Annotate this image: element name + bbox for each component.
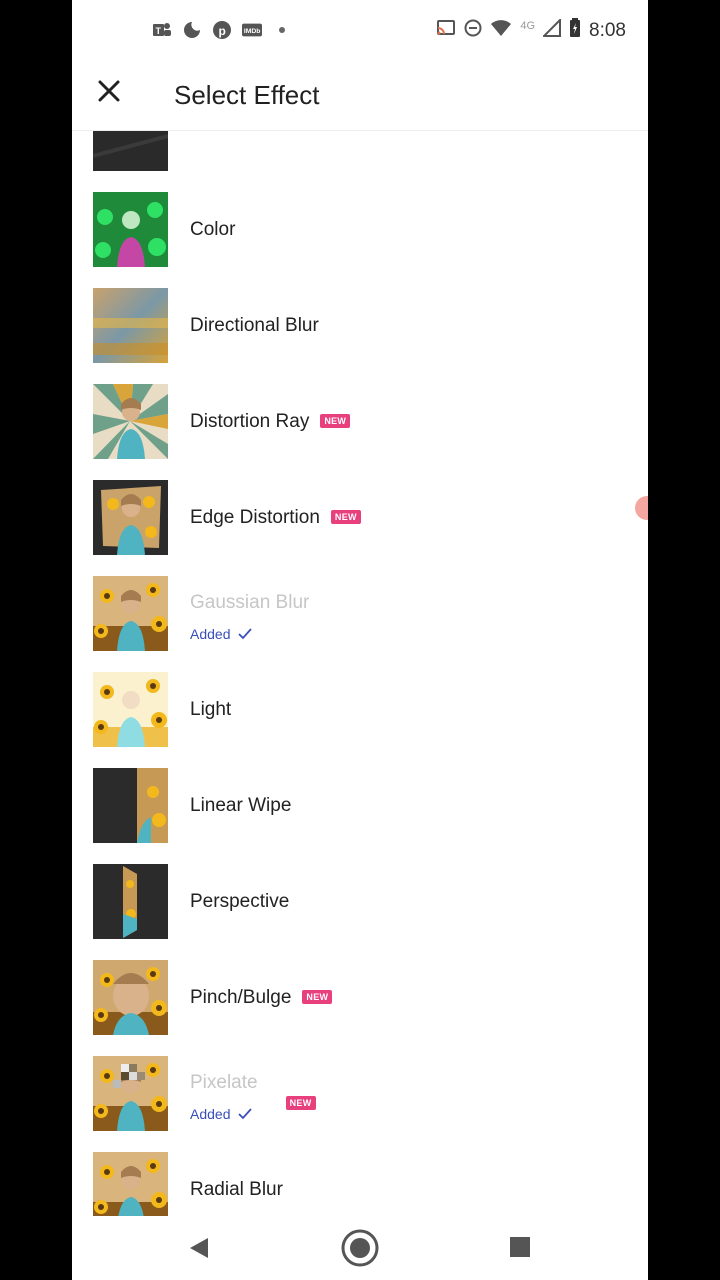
- imdb-icon: IMDb: [242, 20, 262, 40]
- screen: T p IMDb 4G 8:08 Select Effect Color Dir…: [72, 0, 648, 1280]
- effect-name: Pixelate: [190, 1072, 258, 1093]
- moon-icon: [182, 20, 202, 40]
- effect-row[interactable]: Perspective: [72, 864, 648, 960]
- effect-name: Light: [190, 699, 232, 720]
- added-status: Added: [190, 626, 253, 642]
- effect-name: Perspective: [190, 891, 290, 912]
- svg-text:p: p: [219, 24, 226, 38]
- effect-row[interactable]: Linear Wipe: [72, 768, 648, 864]
- svg-text:T: T: [156, 26, 162, 36]
- effect-thumbnail: [93, 768, 168, 843]
- effect-thumbnail: [93, 576, 168, 651]
- effect-thumbnail: [93, 864, 168, 939]
- cast-icon: [436, 19, 456, 43]
- pinterest-icon: p: [212, 20, 232, 40]
- effect-thumbnail: [93, 384, 168, 459]
- status-bar: T p IMDb 4G 8:08: [72, 0, 648, 64]
- 4g-icon: 4G: [520, 20, 536, 32]
- new-badge: NEW: [302, 990, 333, 1004]
- close-icon[interactable]: [96, 78, 122, 104]
- effect-name: Edge Distortion: [190, 507, 320, 528]
- home-icon[interactable]: [340, 1228, 380, 1273]
- recents-icon[interactable]: [510, 1237, 530, 1257]
- effect-thumbnail: [93, 960, 168, 1035]
- notification-icons: T p IMDb: [152, 20, 292, 40]
- effect-row[interactable]: Gaussian Blur Added: [72, 576, 648, 672]
- effect-row[interactable]: Distortion Ray NEW: [72, 384, 648, 480]
- effect-name: Distortion Ray: [190, 411, 310, 432]
- effect-thumbnail: [93, 131, 168, 171]
- effect-row[interactable]: Pinch/Bulge NEW: [72, 960, 648, 1056]
- effect-name: Pinch/Bulge: [190, 987, 292, 1008]
- check-icon: [230, 1106, 253, 1122]
- effect-row[interactable]: Edge Distortion NEW: [72, 480, 648, 576]
- wifi-icon: [490, 19, 512, 43]
- effect-thumbnail: [93, 288, 168, 363]
- svg-text:IMDb: IMDb: [244, 28, 261, 35]
- effect-thumbnail: [93, 1152, 168, 1216]
- teams-icon: T: [152, 20, 172, 40]
- dnd-icon: [464, 19, 482, 43]
- added-label: Added: [190, 626, 231, 642]
- effect-row[interactable]: Directional Blur: [72, 288, 648, 384]
- battery-icon: [569, 18, 581, 44]
- new-badge: NEW: [320, 414, 351, 428]
- added-status: Added: [190, 1106, 253, 1122]
- effect-row[interactable]: [72, 131, 648, 192]
- back-icon[interactable]: [188, 1236, 210, 1265]
- dot-icon: [272, 20, 292, 40]
- effect-row[interactable]: Radial Blur: [72, 1152, 648, 1216]
- effect-thumbnail: [93, 480, 168, 555]
- new-badge: NEW: [285, 1096, 316, 1110]
- app-toolbar: Select Effect: [72, 64, 648, 131]
- effect-name: Directional Blur: [190, 315, 319, 336]
- status-time: 8:08: [589, 20, 626, 41]
- page-title: Select Effect: [174, 80, 320, 110]
- system-icons: 4G 8:08: [436, 17, 626, 44]
- effect-row[interactable]: Pixelate NEW Added: [72, 1056, 648, 1152]
- effect-name: Linear Wipe: [190, 795, 292, 816]
- effect-name: Radial Blur: [190, 1179, 283, 1200]
- effect-thumbnail: [93, 192, 168, 267]
- effect-thumbnail: [93, 1056, 168, 1131]
- effect-thumbnail: [93, 672, 168, 747]
- navigation-bar: [72, 1216, 648, 1280]
- effect-row[interactable]: Color: [72, 192, 648, 288]
- effects-list[interactable]: Color Directional Blur Distortion Ray NEW Ed…: [72, 131, 648, 1216]
- signal-icon: [541, 17, 562, 43]
- check-icon: [230, 626, 253, 642]
- effect-row[interactable]: Light: [72, 672, 648, 768]
- effect-name: Color: [190, 219, 236, 240]
- added-label: Added: [190, 1106, 231, 1122]
- effect-name: Gaussian Blur: [190, 592, 310, 613]
- new-badge: NEW: [330, 510, 361, 524]
